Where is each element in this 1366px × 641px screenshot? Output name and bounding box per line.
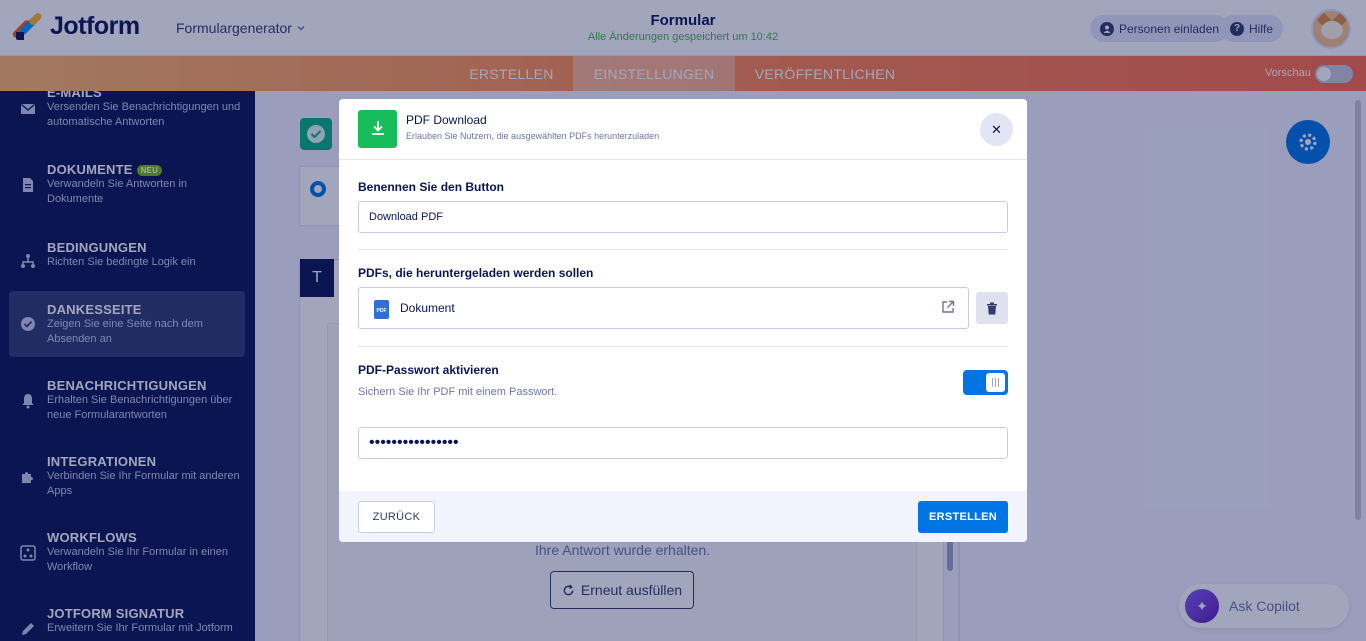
button-name-label: Benennen Sie den Button <box>358 180 505 194</box>
close-icon[interactable]: ✕ <box>980 113 1013 146</box>
password-input[interactable]: •••••••••••••••• <box>358 427 1008 459</box>
modal-header: PDF Download Erlauben Sie Nutzern, die a… <box>339 99 1027 160</box>
password-toggle[interactable] <box>963 370 1008 395</box>
modal-subtitle: Erlauben Sie Nutzern, die ausgewählten P… <box>406 131 660 141</box>
divider <box>358 249 1008 250</box>
password-hint: Sichern Sie Ihr PDF mit einem Passwort. <box>358 386 558 398</box>
button-name-input[interactable]: Download PDF <box>358 201 1008 233</box>
pdf-download-modal: PDF Download Erlauben Sie Nutzern, die a… <box>339 99 1027 542</box>
trash-icon <box>987 302 997 314</box>
external-link-icon[interactable] <box>941 300 955 314</box>
modal-footer: ZURÜCK ERSTELLEN <box>339 491 1027 542</box>
modal-title: PDF Download <box>406 113 487 127</box>
pdf-file-icon: PDF <box>374 300 389 319</box>
document-name: Dokument <box>400 301 455 315</box>
back-button[interactable]: ZURÜCK <box>358 501 435 533</box>
download-icon <box>358 110 397 148</box>
delete-document-button[interactable] <box>976 292 1008 324</box>
pdfs-label: PDFs, die heruntergeladen werden sollen <box>358 266 594 280</box>
document-row[interactable]: PDF Dokument <box>358 287 969 329</box>
password-label: PDF-Passwort aktivieren <box>358 363 499 377</box>
divider <box>358 346 1008 347</box>
create-button[interactable]: ERSTELLEN <box>918 501 1008 533</box>
